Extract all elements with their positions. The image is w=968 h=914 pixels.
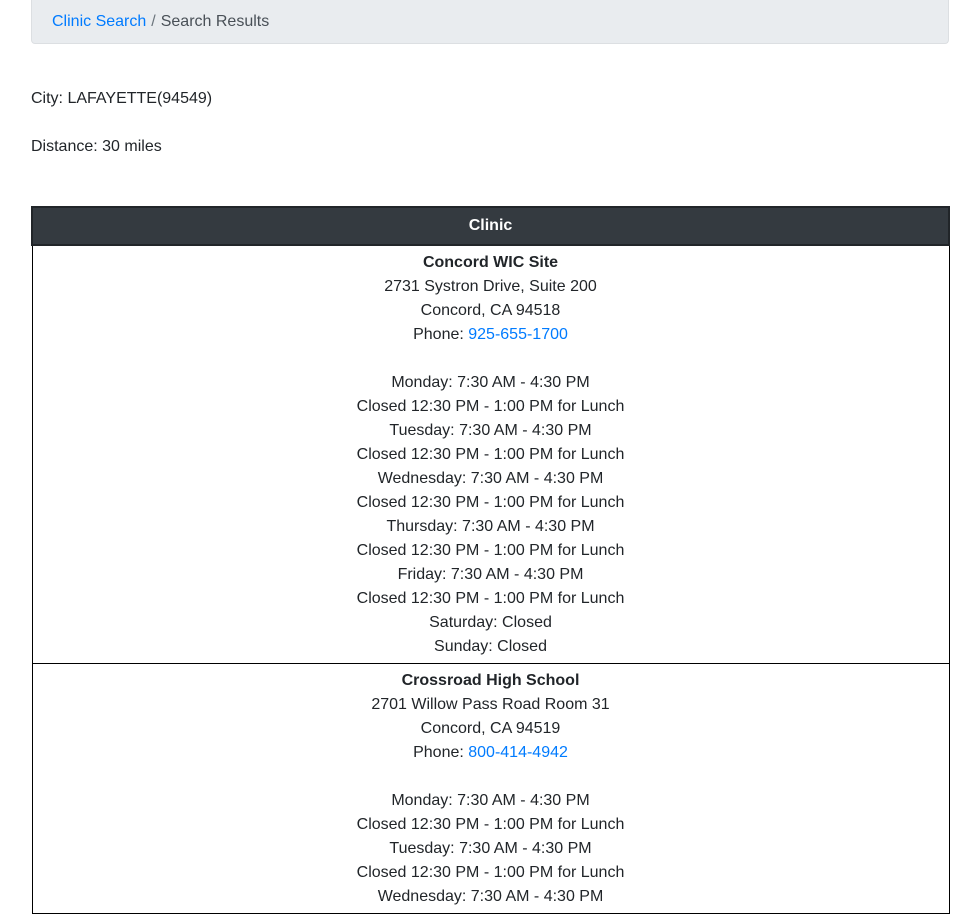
clinic-name: Concord WIC Site xyxy=(422,254,559,271)
clinic-cell: Concord WIC Site 2731 Systron Drive, Sui… xyxy=(31,244,950,664)
hours-line: Thursday: 7:30 AM - 4:30 PM xyxy=(386,518,595,535)
table-header-row: Clinic xyxy=(31,206,950,246)
clinic-phone: Phone: 800-414-4942 xyxy=(33,741,949,765)
hours-line: Monday: 7:30 AM - 4:30 PM xyxy=(391,792,590,809)
phone-link[interactable]: 925-655-1700 xyxy=(468,326,568,343)
clinic-cell: Crossroad High School 2701 Willow Pass R… xyxy=(31,663,950,914)
hours-line: Closed 12:30 PM - 1:00 PM for Lunch xyxy=(356,864,625,881)
hours-line: Closed 12:30 PM - 1:00 PM for Lunch xyxy=(356,816,625,833)
hours-line: Wednesday: 7:30 AM - 4:30 PM xyxy=(377,888,604,905)
phone-label: Phone: xyxy=(413,326,469,343)
breadcrumb: Clinic Search / Search Results xyxy=(31,0,949,44)
hours-line: Wednesday: 7:30 AM - 4:30 PM xyxy=(377,470,604,487)
hours-line: Closed 12:30 PM - 1:00 PM for Lunch xyxy=(356,446,625,463)
phone-link[interactable]: 800-414-4942 xyxy=(468,744,568,761)
phone-label: Phone: xyxy=(413,744,469,761)
breadcrumb-clinic-search-link[interactable]: Clinic Search xyxy=(52,13,146,30)
breadcrumb-separator: / xyxy=(151,12,156,30)
clinic-column-header: Clinic xyxy=(31,206,950,246)
clinic-address-line1: 2731 Systron Drive, Suite 200 xyxy=(384,278,597,295)
hours-line: Sunday: Closed xyxy=(434,638,547,655)
clinic-address-line1: 2701 Willow Pass Road Room 31 xyxy=(371,696,610,713)
hours-line: Closed 12:30 PM - 1:00 PM for Lunch xyxy=(356,398,625,415)
hours-line: Friday: 7:30 AM - 4:30 PM xyxy=(397,566,584,583)
clinic-name: Crossroad High School xyxy=(401,672,580,689)
clinic-results-table-wrap: Clinic Concord WIC Site 2731 Systron Dri… xyxy=(31,206,950,914)
hours-line: Closed 12:30 PM - 1:00 PM for Lunch xyxy=(356,494,625,511)
table-row: Concord WIC Site 2731 Systron Drive, Sui… xyxy=(31,244,950,664)
hours-line: Closed 12:30 PM - 1:00 PM for Lunch xyxy=(356,590,625,607)
search-distance: Distance: 30 miles xyxy=(31,138,162,155)
hours-line: Tuesday: 7:30 AM - 4:30 PM xyxy=(389,422,592,439)
clinic-results-table: Clinic Concord WIC Site 2731 Systron Dri… xyxy=(31,206,950,914)
hours-line: Closed 12:30 PM - 1:00 PM for Lunch xyxy=(356,542,625,559)
breadcrumb-current: Search Results xyxy=(160,12,270,30)
search-city: City: LAFAYETTE(94549) xyxy=(31,90,213,107)
clinic-phone: Phone: 925-655-1700 xyxy=(33,323,949,347)
clinic-address-line2: Concord, CA 94518 xyxy=(420,302,561,319)
hours-line: Monday: 7:30 AM - 4:30 PM xyxy=(391,374,590,391)
hours-line: Tuesday: 7:30 AM - 4:30 PM xyxy=(389,840,592,857)
hours-line: Saturday: Closed xyxy=(429,614,552,631)
clinic-address-line2: Concord, CA 94519 xyxy=(420,720,561,737)
table-row: Crossroad High School 2701 Willow Pass R… xyxy=(31,663,950,914)
